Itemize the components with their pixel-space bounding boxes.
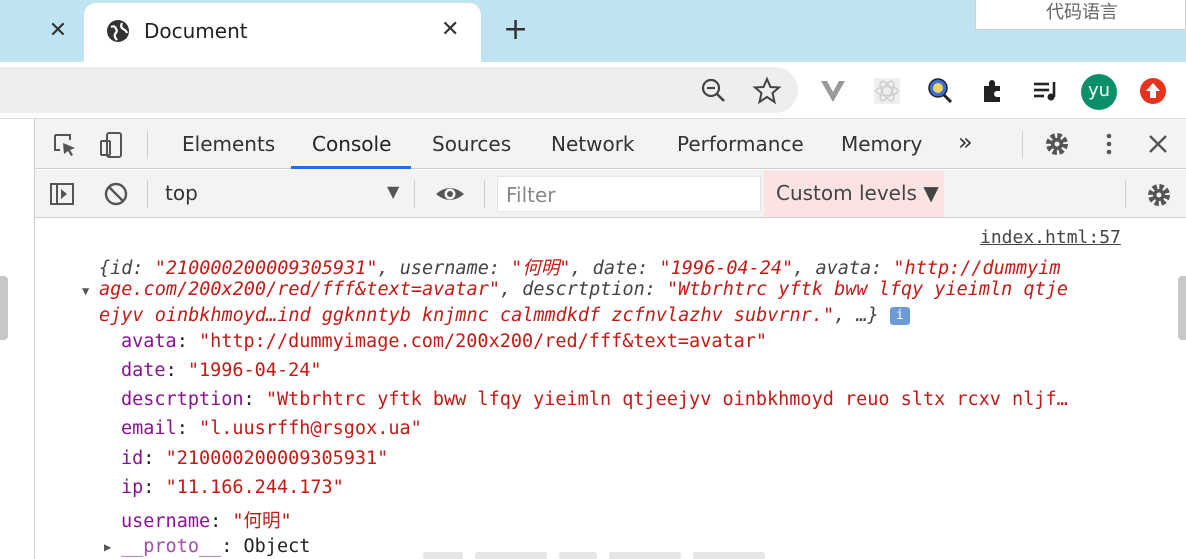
active-tab-underline [291,166,411,169]
source-link[interactable]: index.html:57 [980,227,1121,248]
context-dropdown-arrow[interactable]: ▼ [387,182,399,201]
prop-descrtption[interactable]: descrtption: "Wtbrhtrc yftk bww lfqy yie… [121,389,1068,410]
collapse-arrow-icon[interactable]: ▼ [82,284,89,298]
drawer-tab[interactable] [609,552,681,559]
settings-gear-icon[interactable] [1044,131,1070,157]
console-settings-gear-icon[interactable] [1146,182,1172,208]
clear-console-icon[interactable] [103,181,129,207]
filter-input[interactable]: Filter [497,176,761,212]
log-summary-line-1[interactable]: {id: "210000200009305931", username: "何明… [99,254,1061,280]
vue-devtools-icon[interactable] [818,76,848,106]
drawer-tab[interactable] [475,552,547,559]
toolbar-separator [1125,180,1126,208]
drawer-tab[interactable] [559,552,597,559]
live-expression-eye-icon[interactable] [434,182,466,206]
tab-separator [1022,131,1023,159]
left-scroll-handle[interactable] [0,276,8,340]
prop-date[interactable]: date: "1996-04-24" [121,360,322,381]
context-selector[interactable]: top [165,181,198,205]
tab-console[interactable]: Console [312,132,391,156]
log-summary-line-3[interactable]: ejyv oinbkhmoyd…ind ggknntyb knjmnc calm… [99,305,910,326]
tab-strip: ✕ Document ✕ + 代码语言 [0,0,1186,62]
browser-toolbar: yu [0,62,1186,119]
prop-username[interactable]: username: "何明" [121,507,292,533]
log-levels-dropdown[interactable]: Custom levels ▼ [764,170,944,217]
tab-sources[interactable]: Sources [432,132,511,156]
drawer-tab[interactable] [423,552,463,559]
tab-performance[interactable]: Performance [677,132,804,156]
prop-ip[interactable]: ip: "11.166.244.173" [121,477,344,498]
expand-arrow-icon[interactable]: ▶ [104,540,111,554]
close-devtools-icon[interactable] [1146,132,1170,156]
tab-elements[interactable]: Elements [182,132,275,156]
drawer-tab[interactable] [693,552,765,559]
update-arrow-icon[interactable] [1138,76,1168,106]
new-tab-button[interactable]: + [503,12,528,48]
log-summary-line-2[interactable]: age.com/200x200/red/fff&text=avatar", de… [99,279,1068,300]
address-bar[interactable] [0,67,798,113]
prop-avata[interactable]: avata: "http://dummyimage.com/200x200/re… [121,331,767,352]
globe-icon [107,20,129,42]
toolbar-separator [414,180,415,208]
tab-network[interactable]: Network [551,132,635,156]
profile-avatar[interactable]: yu [1081,74,1117,110]
ime-label: 代码语言 [1046,2,1118,23]
extension-search-icon[interactable] [925,76,955,106]
devtools-tab-bar: Elements Console Sources Network Perform… [35,119,1186,169]
prop-email[interactable]: email: "l.uusrffh@rsgox.ua" [121,418,422,439]
media-queue-icon[interactable] [1031,76,1061,106]
ime-toolbar: 代码语言 [975,0,1186,30]
tab-memory[interactable]: Memory [841,132,922,156]
console-toolbar: top ▼ Filter Custom levels ▼ [35,170,1186,218]
toolbar-separator [147,180,148,208]
console-output: index.html:57 {id: "210000200009305931",… [35,219,1186,559]
info-icon[interactable]: i [889,307,910,325]
tab-close-icon[interactable]: ✕ [441,17,459,42]
zoom-out-icon[interactable] [699,76,729,106]
inspect-element-icon[interactable] [52,132,78,158]
prop-proto[interactable]: __proto__: Object [121,536,310,557]
log-levels-label: Custom levels ▼ [776,181,939,205]
tab-title: Document [144,19,248,43]
device-toolbar-icon[interactable] [99,131,127,159]
more-options-icon[interactable] [1096,131,1122,157]
extensions-puzzle-icon[interactable] [978,76,1008,106]
right-scroll-handle[interactable] [1178,276,1186,340]
react-devtools-icon[interactable] [872,76,902,106]
toolbar-separator [484,180,485,208]
inactive-tab-close-icon[interactable]: ✕ [45,18,71,44]
more-tabs-button[interactable]: » [958,128,973,156]
show-sidebar-icon[interactable] [49,182,75,206]
bookmark-star-icon[interactable] [752,76,782,106]
devtools-panel: Elements Console Sources Network Perform… [35,119,1186,559]
filter-placeholder: Filter [506,183,556,207]
prop-id[interactable]: id: "210000200009305931" [121,448,388,469]
tab-separator [147,131,148,159]
